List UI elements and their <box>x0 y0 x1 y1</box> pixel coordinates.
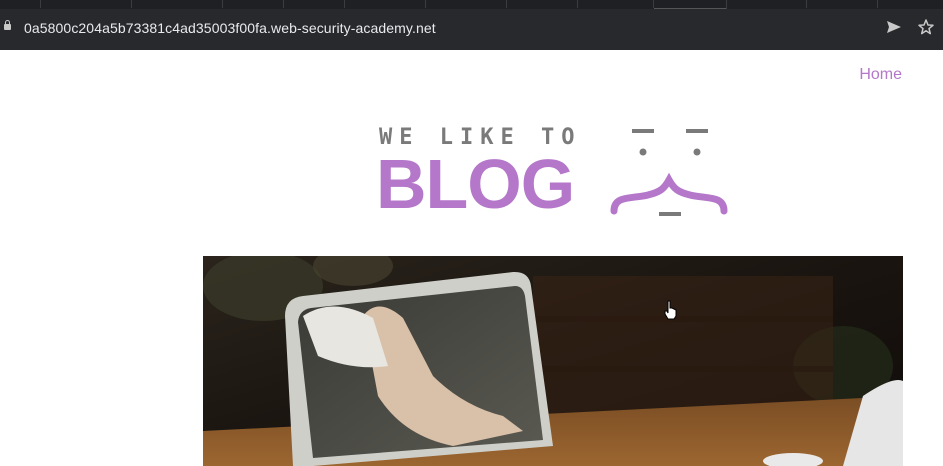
tab-strip <box>0 0 943 10</box>
browser-tab[interactable] <box>345 0 426 8</box>
address-bar[interactable]: 0a5800c204a5b73381c4ad35003f00fa.web-sec… <box>24 20 436 36</box>
send-icon[interactable] <box>885 18 903 36</box>
browser-tab[interactable] <box>41 0 132 8</box>
logo-name: BLOG <box>376 145 575 223</box>
browser-tab[interactable] <box>578 0 654 8</box>
browser-tab[interactable] <box>0 0 41 8</box>
browser-tab[interactable] <box>284 0 345 8</box>
hand-cursor-icon <box>664 300 677 320</box>
browser-tab[interactable] <box>507 0 578 8</box>
browser-tab[interactable] <box>223 0 284 8</box>
bookmark-star-icon[interactable] <box>917 18 935 36</box>
blog-post-image[interactable] <box>203 256 903 466</box>
browser-tab[interactable] <box>132 0 223 8</box>
lock-icon[interactable] <box>4 20 11 30</box>
browser-tab[interactable] <box>806 0 878 8</box>
site-logo[interactable]: WE LIKE TO BLOG <box>376 125 736 225</box>
nav-home-link[interactable]: Home <box>859 66 902 84</box>
logo-face-icon <box>610 129 728 216</box>
browser-tab[interactable] <box>426 0 507 8</box>
